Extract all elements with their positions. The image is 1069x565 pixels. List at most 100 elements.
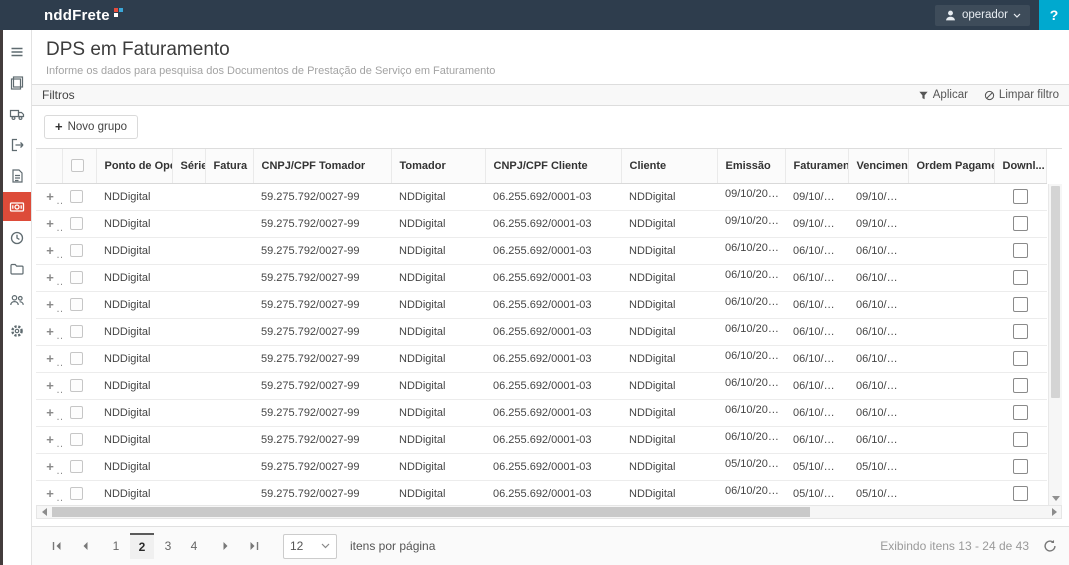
sidebar-item-menu[interactable] xyxy=(3,37,31,66)
column-header-cnpj-tomador[interactable]: CNPJ/CPF Tomador xyxy=(253,149,391,183)
row-checkbox[interactable] xyxy=(70,487,83,500)
cell-cnpj-cliente: 06.255.692/0001-03 xyxy=(485,480,621,505)
sidebar-item-export[interactable] xyxy=(3,130,31,159)
last-page-button[interactable] xyxy=(241,534,266,559)
expand-row-button[interactable]: + xyxy=(44,243,56,258)
truck-icon xyxy=(9,106,25,122)
row-checkbox[interactable] xyxy=(70,352,83,365)
page-button-4[interactable]: 4 xyxy=(182,533,206,559)
sidebar-item-folder[interactable] xyxy=(3,254,31,283)
page-size-select[interactable]: 12 xyxy=(283,534,337,559)
apply-filter-button[interactable]: Aplicar xyxy=(918,89,968,101)
column-header-tomador[interactable]: Tomador xyxy=(391,149,485,183)
cell-faturamento: 06/10/2017 xyxy=(785,291,848,318)
cell-ponto-operacao: NDDigital xyxy=(96,210,172,237)
download-checkbox[interactable] xyxy=(1013,216,1028,231)
cell-faturamento: 09/10/2017 xyxy=(785,183,848,210)
row-checkbox[interactable] xyxy=(70,433,83,446)
table-header: Ponto de Ope... Série Fatura CNPJ/CPF To… xyxy=(36,149,1047,183)
select-all-checkbox[interactable] xyxy=(71,159,84,172)
column-header-cnpj-cliente[interactable]: CNPJ/CPF Cliente xyxy=(485,149,621,183)
download-checkbox[interactable] xyxy=(1013,378,1028,393)
sidebar-item-copy-documents[interactable] xyxy=(3,68,31,97)
expand-row-button[interactable]: + xyxy=(44,297,56,312)
cell-fatura xyxy=(205,345,253,372)
row-checkbox[interactable] xyxy=(70,298,83,311)
column-header-serie[interactable]: Série xyxy=(172,149,205,183)
row-checkbox[interactable] xyxy=(70,379,83,392)
cell-expand: + xyxy=(36,426,62,453)
cell-serie xyxy=(172,372,205,399)
next-page-button[interactable] xyxy=(213,534,238,559)
column-header-fatura[interactable]: Fatura xyxy=(205,149,253,183)
download-checkbox[interactable] xyxy=(1013,351,1028,366)
sidebar-item-billing[interactable] xyxy=(3,192,31,221)
expand-row-button[interactable]: + xyxy=(44,432,56,447)
expand-row-button[interactable]: + xyxy=(44,459,56,474)
expand-row-button[interactable]: + xyxy=(44,405,56,420)
cell-ordem-pagamento xyxy=(908,480,994,505)
new-group-button[interactable]: + Novo grupo xyxy=(44,115,138,139)
horizontal-scrollbar-thumb[interactable] xyxy=(52,507,810,517)
page-button-1[interactable]: 1 xyxy=(104,533,128,559)
page-button-2[interactable]: 2 xyxy=(130,533,154,559)
user-icon xyxy=(944,9,957,22)
sidebar-item-truck[interactable] xyxy=(3,99,31,128)
column-header-vencimento[interactable]: Vencimento xyxy=(848,149,908,183)
download-checkbox[interactable] xyxy=(1013,486,1028,501)
cell-cnpj-tomador: 59.275.792/0027-99 xyxy=(253,237,391,264)
scroll-left-arrow-icon[interactable] xyxy=(37,506,51,518)
row-checkbox[interactable] xyxy=(70,244,83,257)
expand-row-button[interactable]: + xyxy=(44,486,56,501)
download-checkbox[interactable] xyxy=(1013,270,1028,285)
sidebar-item-settings[interactable] xyxy=(3,316,31,345)
row-checkbox[interactable] xyxy=(70,271,83,284)
vertical-scrollbar-thumb[interactable] xyxy=(1051,186,1060,398)
row-checkbox[interactable] xyxy=(70,217,83,230)
brand-name: nddFrete xyxy=(44,7,110,24)
vertical-scrollbar[interactable] xyxy=(1048,184,1062,505)
column-header-cliente[interactable]: Cliente xyxy=(621,149,717,183)
clear-filter-button[interactable]: Limpar filtro xyxy=(984,89,1059,101)
expand-row-button[interactable]: + xyxy=(44,270,56,285)
horizontal-scrollbar[interactable] xyxy=(36,505,1062,519)
scroll-right-arrow-icon[interactable] xyxy=(1047,506,1061,518)
download-checkbox[interactable] xyxy=(1013,432,1028,447)
column-header-ponto[interactable]: Ponto de Ope... xyxy=(96,149,172,183)
row-checkbox[interactable] xyxy=(70,406,83,419)
cell-ordem-pagamento xyxy=(908,237,994,264)
first-page-button[interactable] xyxy=(44,534,69,559)
row-checkbox[interactable] xyxy=(70,325,83,338)
expand-row-button[interactable]: + xyxy=(44,216,56,231)
sidebar-item-users[interactable] xyxy=(3,285,31,314)
expand-row-button[interactable]: + xyxy=(44,324,56,339)
sidebar-item-document[interactable] xyxy=(3,161,31,190)
user-menu[interactable]: operador xyxy=(935,5,1030,26)
page-button-3[interactable]: 3 xyxy=(156,533,180,559)
sidebar-item-history[interactable] xyxy=(3,223,31,252)
expand-row-button[interactable]: + xyxy=(44,189,56,204)
expand-row-button[interactable]: + xyxy=(44,378,56,393)
expand-row-button[interactable]: + xyxy=(44,351,56,366)
column-header-ordem-pagamento[interactable]: Ordem Pagamento xyxy=(908,149,994,183)
billing-icon xyxy=(9,199,25,215)
download-checkbox[interactable] xyxy=(1013,459,1028,474)
download-checkbox[interactable] xyxy=(1013,297,1028,312)
prev-page-button[interactable] xyxy=(72,534,97,559)
cell-emissao: 05/10/2017... xyxy=(717,453,785,480)
column-header-emissao[interactable]: Emissão xyxy=(717,149,785,183)
download-checkbox[interactable] xyxy=(1013,189,1028,204)
column-header-download[interactable]: Downl... xyxy=(994,149,1047,183)
cell-fatura xyxy=(205,264,253,291)
row-checkbox[interactable] xyxy=(70,460,83,473)
help-button[interactable]: ? xyxy=(1039,0,1069,30)
scroll-down-arrow-icon[interactable] xyxy=(1049,492,1062,504)
cell-cnpj-tomador: 59.275.792/0027-99 xyxy=(253,453,391,480)
refresh-button[interactable] xyxy=(1043,539,1057,553)
row-checkbox[interactable] xyxy=(70,190,83,203)
download-checkbox[interactable] xyxy=(1013,405,1028,420)
download-checkbox[interactable] xyxy=(1013,243,1028,258)
column-header-faturamento[interactable]: Faturamento xyxy=(785,149,848,183)
cell-tomador: NDDigital xyxy=(391,318,485,345)
download-checkbox[interactable] xyxy=(1013,324,1028,339)
